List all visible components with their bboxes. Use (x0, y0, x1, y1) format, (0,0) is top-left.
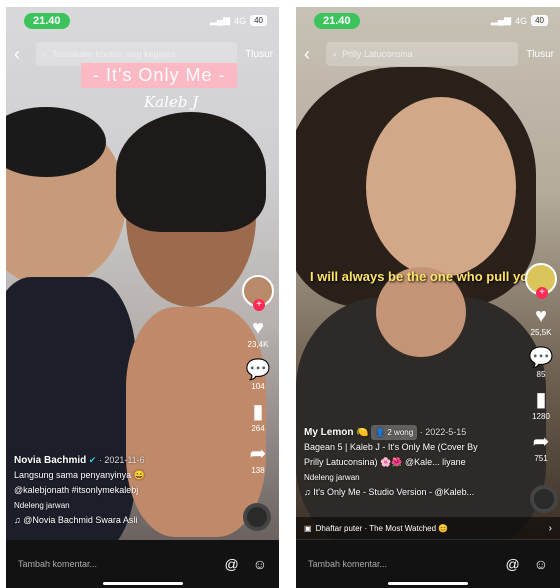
comment-button[interactable]: 💬 104 (246, 359, 271, 391)
home-indicator (102, 582, 183, 585)
video-caption: My Lemon 🍋 👤 2 wong · 2022-5-15 Bagean 5… (304, 425, 530, 500)
clock: 21.40 (24, 13, 70, 29)
creator-avatar[interactable]: + (525, 263, 557, 299)
heart-icon: ♥ (535, 305, 547, 327)
friends-badge: 👤 2 wong (371, 425, 418, 440)
status-bar: 21.40 ▂▄▆ 4G 40 (16, 13, 269, 31)
save-button[interactable]: ▮ 264 (251, 401, 264, 433)
comment-button[interactable]: 💬 85 (529, 347, 554, 379)
emoji-icon[interactable]: ☺ (534, 556, 548, 572)
comment-input[interactable]: Tambah komentar... (308, 559, 387, 569)
share-button[interactable]: ➦ 138 (250, 443, 267, 475)
follow-plus-icon[interactable]: + (536, 287, 548, 299)
right-phone-screen: 21.40 ▂▄▆ 4G 40 ‹ ⌕ Prilly Latuconsina T… (296, 7, 560, 588)
creator-username[interactable]: My Lemon 🍋 (304, 427, 369, 438)
heart-icon: ♥ (252, 317, 264, 339)
home-indicator (388, 582, 468, 585)
share-button[interactable]: ➦ 751 (533, 431, 550, 463)
sound-disc-icon[interactable] (530, 485, 558, 513)
back-arrow-icon[interactable]: ‹ (14, 44, 28, 65)
status-bar: 21.40 ▂▄▆ 4G 40 (306, 13, 550, 31)
battery-icon: 40 (531, 15, 548, 26)
caption-line-1: Bagean 5 | Kaleb J - It's Only Me (Cover… (304, 442, 478, 452)
video-artist-overlay: Kaleb J (144, 93, 199, 111)
emoji-icon[interactable]: ☺ (253, 556, 267, 572)
comment-bar[interactable]: Tambah komentar... @ ☺ (296, 540, 560, 588)
share-arrow-icon: ➦ (532, 431, 550, 453)
creator-avatar[interactable]: + (242, 275, 274, 311)
post-date: · 2022-5-15 (419, 427, 467, 437)
bookmark-icon: ▮ (535, 389, 547, 411)
lyric-overlay: I will always be the one who pull you (310, 269, 537, 284)
search-icon: ⌕ (42, 48, 48, 59)
playlist-label: Dhaftar puter · The Most Watched 😊 (315, 523, 449, 533)
clock: 21.40 (314, 13, 360, 29)
network-label: 4G (515, 15, 528, 26)
playlist-bar[interactable]: ▣ Dhaftar puter · The Most Watched 😊 › (296, 517, 560, 539)
comment-bar[interactable]: Tambah komentar... @ ☺ (6, 540, 279, 588)
share-count: 138 (251, 466, 265, 475)
comment-count: 85 (536, 370, 546, 379)
left-phone-screen: 21.40 ▂▄▆ 4G 40 ‹ ⌕ Temokake konten sing… (6, 7, 279, 588)
caption-line-2[interactable]: Prilly Latuconsina) 🌸🌺 @Kale... liyane (304, 455, 530, 470)
search-text: Temokake konten sing kegayut (52, 49, 176, 59)
video-text-overlay: - It's Only Me - (81, 63, 238, 88)
mention-icon[interactable]: @ (224, 556, 238, 572)
search-button[interactable]: Tlusur (526, 49, 554, 60)
back-arrow-icon[interactable]: ‹ (304, 44, 318, 65)
search-text: Prilly Latuconsina (342, 49, 413, 59)
sound-label[interactable]: ♫ @Novia Bachmid Swara Asli (14, 513, 237, 528)
comment-input[interactable]: Tambah komentar... (18, 559, 97, 569)
signal-icon: ▂▄▆ (209, 15, 231, 25)
search-button[interactable]: Tlusur (245, 49, 273, 60)
translate-link[interactable]: Ndeleng jarwan (304, 470, 530, 485)
status-icons: ▂▄▆ 4G 40 (491, 15, 548, 26)
creator-username[interactable]: Novia Bachmid (14, 455, 86, 466)
like-button[interactable]: ♥ 25,5K (531, 305, 552, 337)
save-button[interactable]: ▮ 1280 (532, 389, 550, 421)
post-date: · 2021-11-6 (98, 455, 145, 465)
battery-icon: 40 (250, 15, 267, 26)
sound-disc-icon[interactable] (243, 503, 271, 531)
like-count: 23,4K (247, 340, 269, 349)
comment-count: 104 (251, 382, 265, 391)
comment-icon: 💬 (528, 347, 554, 369)
verified-icon: ✔ (88, 455, 97, 465)
hair (116, 112, 266, 232)
search-input[interactable]: ⌕ Prilly Latuconsina (326, 42, 519, 66)
search-icon: ⌕ (332, 48, 338, 59)
like-count: 25,5K (530, 328, 552, 337)
save-count: 1280 (532, 412, 550, 421)
bookmark-icon: ▮ (252, 401, 264, 423)
follow-plus-icon[interactable]: + (253, 299, 265, 311)
video-caption: Novia Bachmid ✔ · 2021-11-6 Langsung sam… (14, 453, 237, 528)
playlist-icon: ▣ (304, 523, 312, 533)
sound-label[interactable]: ♫ It's Only Me - Studio Version - @Kaleb… (304, 485, 530, 500)
search-row: ‹ ⌕ Prilly Latuconsina Tlusur (304, 41, 554, 67)
signal-icon: ▂▄▆ (490, 15, 512, 25)
action-rail: + ♥ 23,4K 💬 104 ▮ 264 ➦ 138 (241, 275, 275, 475)
person-face (366, 97, 516, 277)
translate-link[interactable]: Ndeleng jarwan (14, 498, 237, 513)
status-icons: ▂▄▆ 4G 40 (210, 15, 267, 26)
like-button[interactable]: ♥ 23,4K (248, 317, 269, 349)
share-count: 751 (534, 454, 548, 463)
mention-icon[interactable]: @ (505, 556, 519, 572)
share-arrow-icon: ➦ (249, 443, 267, 465)
save-count: 264 (251, 424, 265, 433)
caption-tags[interactable]: @kalebjonath #itsonlymekalebj (14, 483, 237, 498)
network-label: 4G (234, 15, 247, 26)
chevron-right-icon: › (548, 522, 552, 534)
comment-icon: 💬 (245, 359, 271, 381)
caption-text: Langsung sama penyanyinya 😄 (14, 470, 145, 480)
